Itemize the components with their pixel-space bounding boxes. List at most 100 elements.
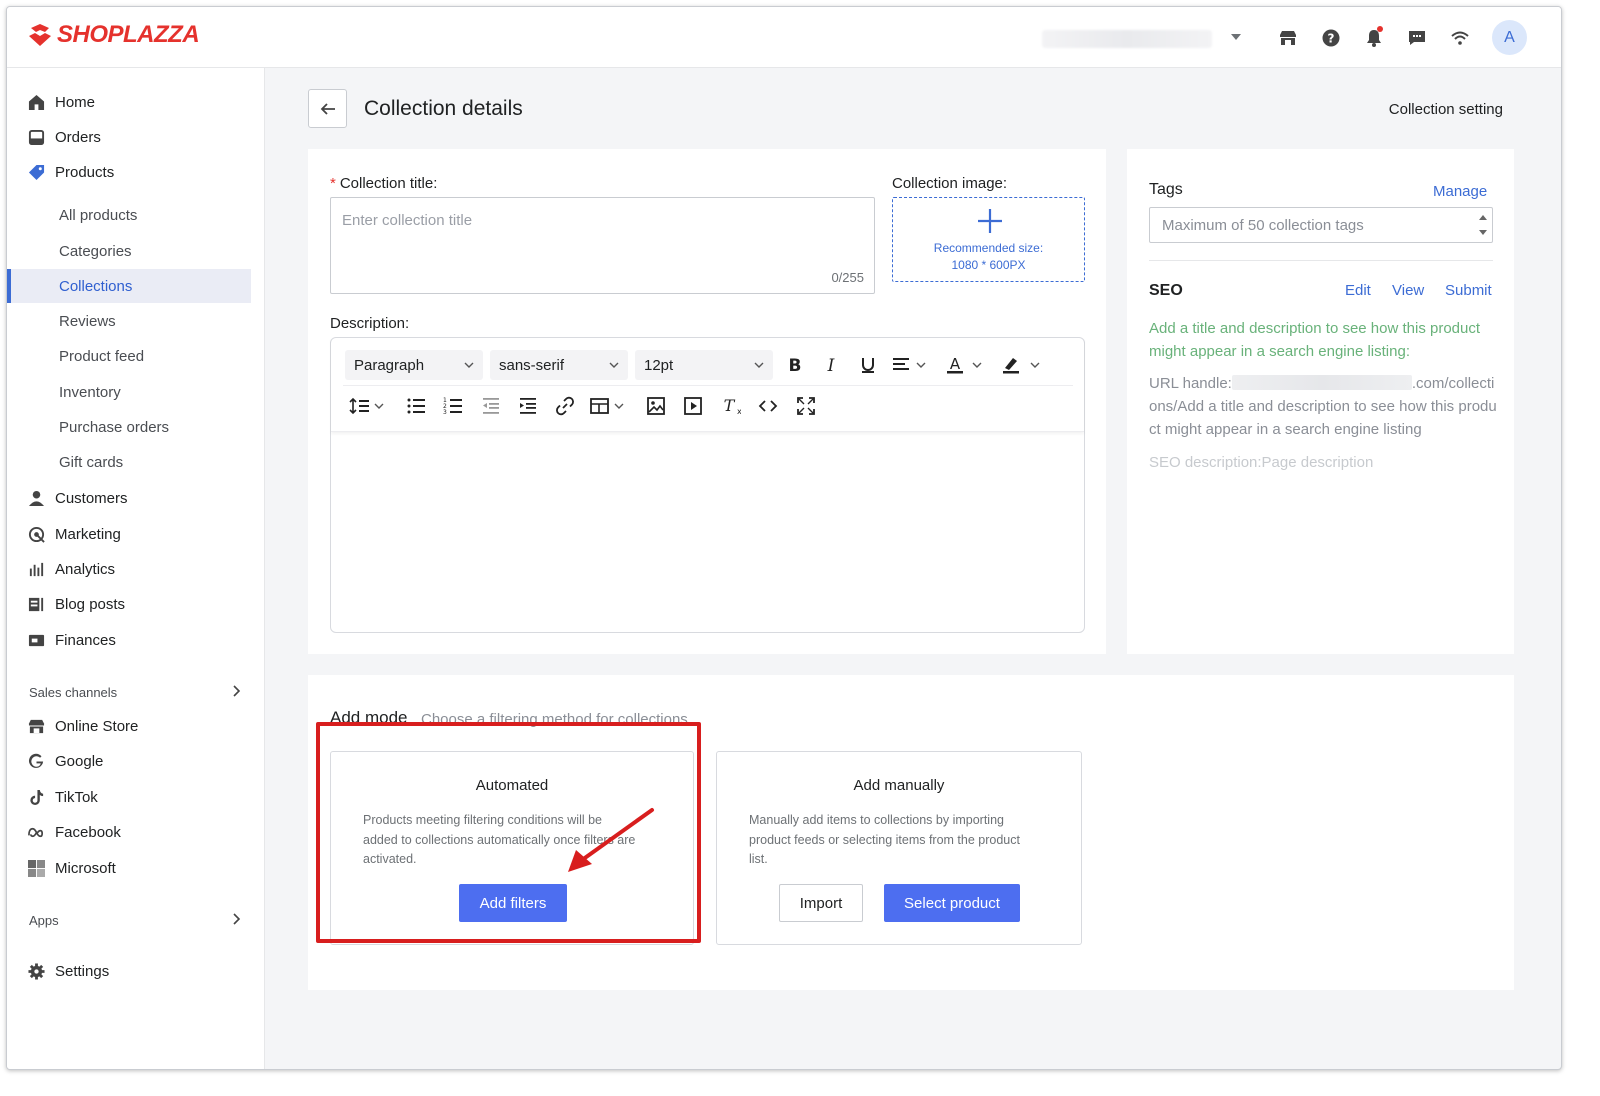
chevron-down-icon xyxy=(464,362,474,368)
seo-submit-link[interactable]: Submit xyxy=(1445,282,1492,299)
spinner-arrows-icon[interactable] xyxy=(1478,212,1488,238)
line-height-icon[interactable] xyxy=(349,393,389,419)
seo-heading: SEO xyxy=(1149,282,1183,299)
sidebar-item-microsoft[interactable]: Microsoft xyxy=(7,852,265,884)
automated-title: Automated xyxy=(475,777,549,794)
svg-text:A: A xyxy=(950,355,961,373)
sales-channels-label[interactable]: Sales channels xyxy=(29,685,117,700)
sidebar-item-tiktok[interactable]: TikTok xyxy=(7,781,265,813)
title-char-counter: 0/255 xyxy=(831,270,864,285)
chevron-right-icon[interactable] xyxy=(229,912,243,926)
page-title: Collection details xyxy=(364,97,523,120)
sidebar-sub-inventory[interactable]: Inventory xyxy=(7,375,265,409)
code-icon[interactable] xyxy=(755,393,781,419)
store-selector[interactable] xyxy=(1042,30,1212,48)
blog-icon xyxy=(27,595,45,613)
sidebar-item-online-store[interactable]: Online Store xyxy=(7,710,265,742)
sidebar-item-label: Orders xyxy=(55,128,101,146)
collection-image-upload[interactable]: Recommended size: 1080 * 600PX xyxy=(892,197,1085,282)
manual-option[interactable]: Add manually Manually add items to colle… xyxy=(716,751,1082,945)
sidebar-item-label: Online Store xyxy=(55,717,139,735)
bold-icon[interactable]: B xyxy=(782,352,808,378)
sidebar-item-analytics[interactable]: Analytics xyxy=(7,553,265,585)
meta-icon xyxy=(27,823,45,841)
back-button[interactable] xyxy=(308,89,347,128)
sidebar-item-settings[interactable]: Settings xyxy=(7,955,265,987)
font-family-select[interactable]: sans-serif xyxy=(490,350,628,380)
tag-icon xyxy=(27,163,45,181)
collection-title-label: * Collection title: xyxy=(330,175,438,192)
svg-text:?: ? xyxy=(1327,31,1334,45)
manage-tags-link[interactable]: Manage xyxy=(1433,183,1487,200)
sidebar-item-label: Google xyxy=(55,752,104,770)
sidebar-item-label: Finances xyxy=(55,631,116,649)
font-size-select[interactable]: 12pt xyxy=(635,350,773,380)
sidebar-sub-collections[interactable]: Collections xyxy=(7,269,251,303)
sidebar: Home Orders Products All products Catego… xyxy=(7,68,265,1069)
logo[interactable]: SHOPLAZZA xyxy=(27,21,200,49)
tags-heading: Tags xyxy=(1149,181,1183,198)
collection-setting-link[interactable]: Collection setting xyxy=(1389,101,1503,118)
sidebar-item-facebook[interactable]: Facebook xyxy=(7,816,265,848)
sidebar-item-home[interactable]: Home xyxy=(7,86,265,118)
collection-details-card: * Collection title: Enter collection titl… xyxy=(308,149,1106,654)
sidebar-sub-purchase-orders[interactable]: Purchase orders xyxy=(7,410,265,444)
apps-label[interactable]: Apps xyxy=(29,913,59,928)
tags-placeholder: Maximum of 50 collection tags xyxy=(1162,217,1364,234)
avatar[interactable]: A xyxy=(1492,20,1527,55)
table-icon[interactable] xyxy=(589,393,629,419)
chevron-right-icon[interactable] xyxy=(229,684,243,698)
sidebar-item-label: Microsoft xyxy=(55,859,116,877)
sidebar-item-label: Analytics xyxy=(55,560,116,578)
sidebar-item-marketing[interactable]: Marketing xyxy=(7,518,265,550)
tags-input[interactable]: Maximum of 50 collection tags xyxy=(1149,207,1493,243)
sidebar-item-google[interactable]: Google xyxy=(7,745,265,777)
collection-image-label: Collection image: xyxy=(892,175,1008,192)
required-marker: * xyxy=(330,175,336,192)
sidebar-item-blog-posts[interactable]: Blog posts xyxy=(7,588,265,620)
tags-seo-card: Tags Manage Maximum of 50 collection tag… xyxy=(1127,149,1514,654)
italic-icon[interactable]: I xyxy=(818,352,844,378)
align-icon[interactable] xyxy=(891,352,931,378)
image-icon[interactable] xyxy=(643,393,669,419)
help-icon[interactable]: ? xyxy=(1318,25,1343,50)
sidebar-item-finances[interactable]: Finances xyxy=(7,624,265,656)
seo-edit-link[interactable]: Edit xyxy=(1345,282,1371,299)
indent-icon[interactable] xyxy=(515,393,541,419)
automated-option[interactable]: Automated Products meeting filtering con… xyxy=(330,751,694,945)
font-color-icon[interactable]: A xyxy=(945,352,985,378)
title-placeholder: Enter collection title xyxy=(342,212,473,229)
fullscreen-icon[interactable] xyxy=(793,393,819,419)
sidebar-item-label: Home xyxy=(55,93,96,111)
caret-down-icon[interactable] xyxy=(1229,31,1243,43)
store-icon[interactable] xyxy=(1275,25,1300,50)
bullet-list-icon[interactable] xyxy=(403,393,429,419)
collection-title-input[interactable]: Enter collection title 0/255 xyxy=(330,197,875,294)
description-editor[interactable]: Paragraph sans-serif 12pt B I A 1 2 3 T xyxy=(330,337,1085,633)
seo-view-link[interactable]: View xyxy=(1392,282,1424,299)
sidebar-sub-categories[interactable]: Categories xyxy=(7,234,265,268)
sidebar-sub-reviews[interactable]: Reviews xyxy=(7,304,265,338)
sidebar-item-orders[interactable]: Orders xyxy=(7,121,265,153)
svg-text:T: T xyxy=(724,396,736,415)
numbered-list-icon[interactable]: 123 xyxy=(440,393,466,419)
outdent-icon[interactable] xyxy=(478,393,504,419)
underline-icon[interactable] xyxy=(855,352,881,378)
add-filters-button[interactable]: Add filters xyxy=(459,884,567,922)
video-icon[interactable] xyxy=(680,393,706,419)
block-format-select[interactable]: Paragraph xyxy=(345,350,483,380)
sidebar-sub-product-feed[interactable]: Product feed xyxy=(7,339,265,373)
wifi-icon[interactable] xyxy=(1447,25,1472,50)
clear-format-icon[interactable]: Tx xyxy=(718,393,744,419)
bell-icon[interactable] xyxy=(1361,25,1386,50)
sidebar-item-customers[interactable]: Customers xyxy=(7,482,265,514)
sidebar-item-label: Settings xyxy=(55,962,110,980)
import-button[interactable]: Import xyxy=(779,884,863,922)
sidebar-item-products[interactable]: Products xyxy=(7,156,265,188)
sidebar-sub-gift-cards[interactable]: Gift cards xyxy=(7,445,265,479)
link-icon[interactable] xyxy=(552,393,578,419)
message-icon[interactable] xyxy=(1404,25,1429,50)
highlight-icon[interactable] xyxy=(1001,352,1043,378)
select-product-button[interactable]: Select product xyxy=(884,884,1020,922)
sidebar-sub-all-products[interactable]: All products xyxy=(7,198,265,232)
